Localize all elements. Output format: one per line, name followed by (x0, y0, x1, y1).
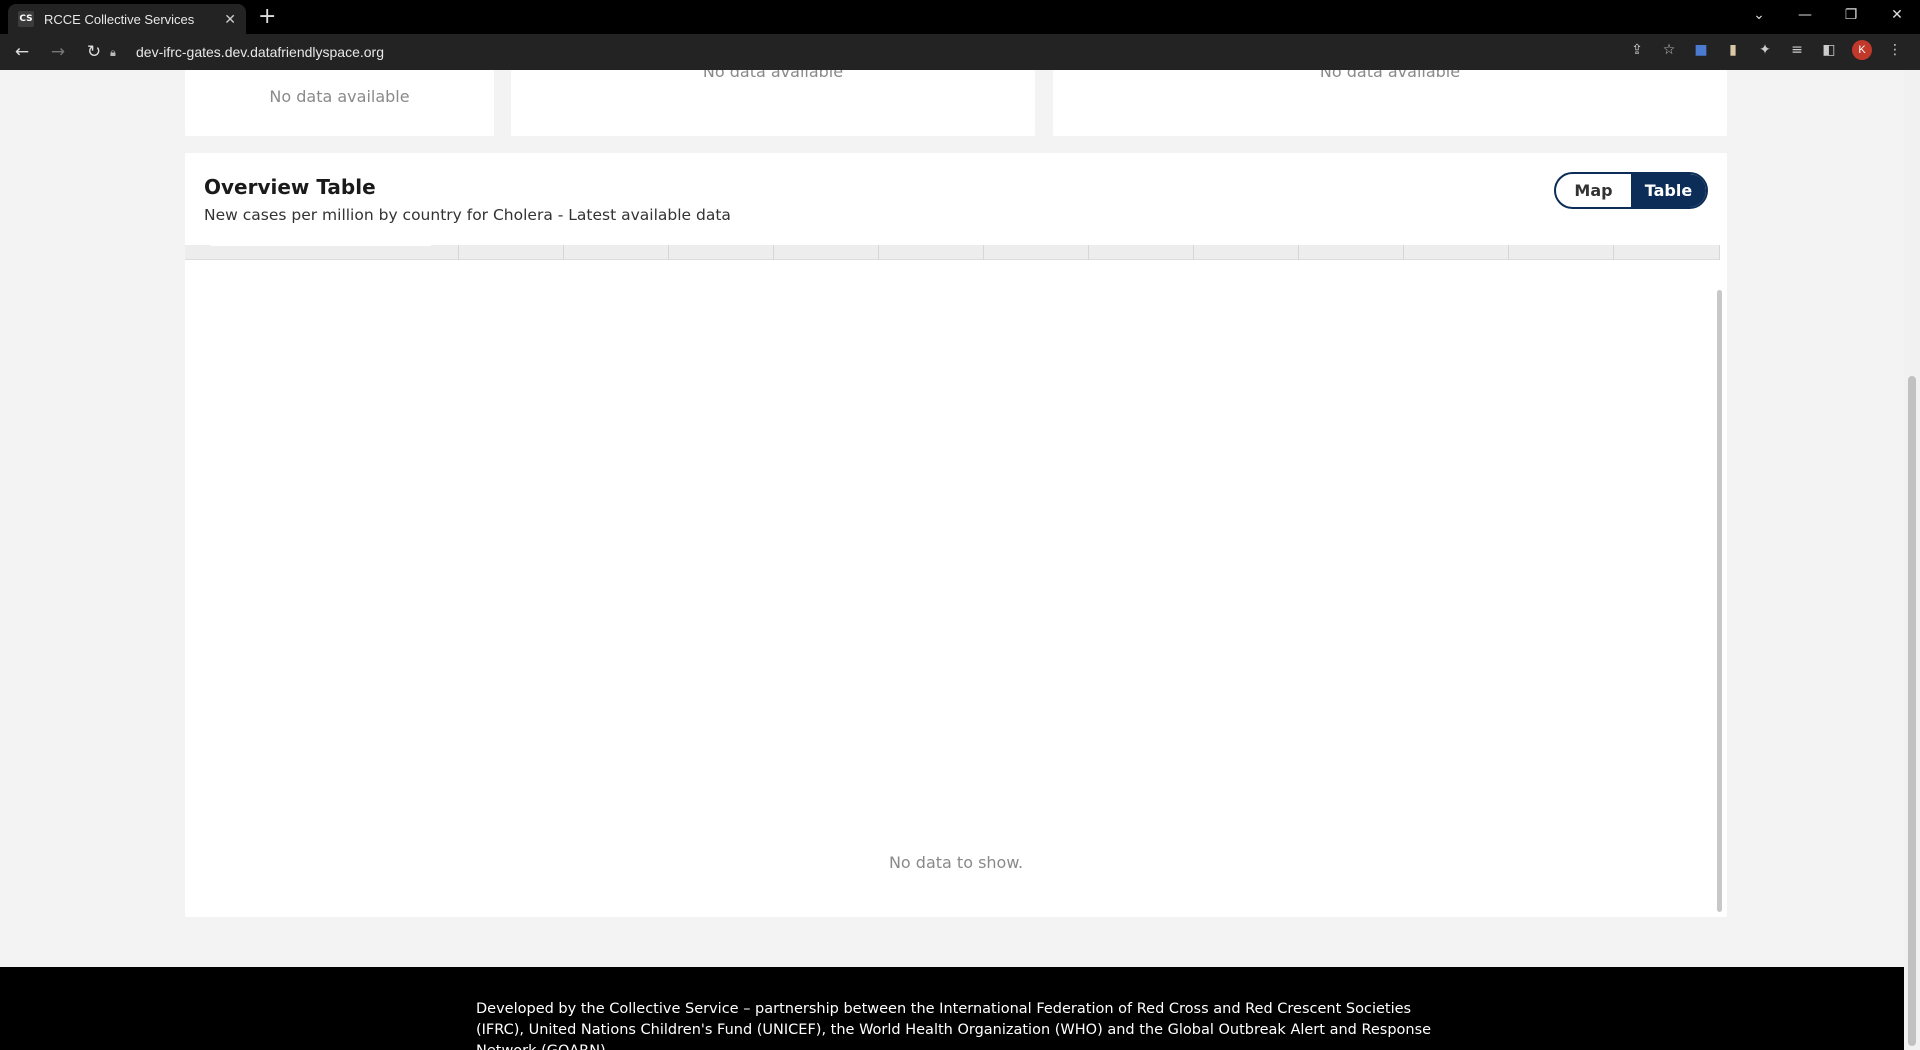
tab-search-icon[interactable]: ⌄ (1736, 0, 1782, 30)
summary-card-1: No data available (185, 70, 494, 136)
section-subtitle: New cases per million by country for Cho… (204, 206, 731, 224)
view-toggle: Map Table (1554, 172, 1708, 209)
menu-icon[interactable]: ⋮ (1886, 41, 1904, 59)
page-footer: Developed by the Collective Service – pa… (0, 967, 1904, 1050)
forward-icon[interactable]: → (44, 38, 72, 66)
table-header-cell[interactable] (879, 245, 984, 260)
overview-table-card: Overview Table New cases per million by … (185, 153, 1727, 917)
close-window-icon[interactable]: ✕ (1874, 0, 1920, 30)
page-scrollbar[interactable] (1904, 70, 1920, 1050)
page-scrollbar-thumb[interactable] (1908, 376, 1916, 1046)
footer-text: Developed by the Collective Service – pa… (476, 1001, 1432, 1050)
new-tab-button[interactable]: + (258, 6, 276, 28)
profile-avatar[interactable]: K (1852, 40, 1872, 60)
table-header-cell[interactable] (459, 245, 564, 260)
puzzle-icon[interactable]: ✦ (1756, 41, 1774, 59)
table-header-cell[interactable] (1194, 245, 1299, 260)
extension-note-icon[interactable]: ▮ (1724, 41, 1742, 59)
reload-icon[interactable]: ↻ (80, 38, 108, 66)
table-header-cell[interactable] (564, 245, 669, 260)
restore-icon[interactable]: ❐ (1828, 0, 1874, 30)
table-header (185, 245, 1720, 260)
address-bar[interactable]: 🔒︎ dev-ifrc-gates.dev.datafriendlyspace.… (110, 38, 1670, 66)
lock-icon: 🔒︎ (110, 46, 116, 59)
map-toggle-button[interactable]: Map (1556, 174, 1631, 207)
no-data-text: No data available (1319, 70, 1461, 81)
browser-toolbar: ← → ↻ 🔒︎ dev-ifrc-gates.dev.datafriendly… (0, 34, 1920, 70)
table-header-cell[interactable] (1614, 245, 1720, 260)
table-header-cell[interactable] (1509, 245, 1614, 260)
section-title: Overview Table (204, 175, 376, 199)
no-data-text: No data available (269, 87, 410, 106)
extension-shield-icon[interactable]: ■ (1692, 41, 1710, 59)
table-header-cell[interactable] (984, 245, 1089, 260)
tab-close-icon[interactable]: ✕ (224, 11, 236, 28)
url-text: dev-ifrc-gates.dev.datafriendlyspace.org (136, 44, 384, 60)
tab-title: RCCE Collective Services (44, 11, 195, 27)
browser-tabbar: CS RCCE Collective Services ✕ + ⌄ — ❐ ✕ (0, 0, 1920, 34)
table-header-cell[interactable] (774, 245, 879, 260)
favicon-icon: CS (18, 11, 34, 27)
media-icon[interactable]: ≡ (1788, 41, 1806, 59)
table-header-cell[interactable] (185, 245, 459, 260)
share-icon[interactable]: ⇪ (1628, 41, 1646, 59)
page-viewport: No data available No data available No d… (0, 70, 1904, 1050)
sidepanel-icon[interactable]: ◧ (1820, 41, 1838, 59)
table-toggle-button[interactable]: Table (1631, 174, 1706, 207)
no-data-text: No data available (702, 70, 844, 81)
table-scrollbar[interactable] (1717, 290, 1722, 912)
minimize-icon[interactable]: — (1782, 0, 1828, 30)
table-header-cell[interactable] (669, 245, 774, 260)
summary-card-3: No data available (1053, 70, 1727, 136)
back-icon[interactable]: ← (8, 38, 36, 66)
table-header-cell[interactable] (1089, 245, 1194, 260)
star-icon[interactable]: ☆ (1660, 41, 1678, 59)
empty-table-message: No data to show. (888, 853, 1024, 872)
summary-card-2: No data available (511, 70, 1035, 136)
table-header-cell[interactable] (1299, 245, 1404, 260)
table-header-cell[interactable] (1404, 245, 1509, 260)
browser-tab[interactable]: CS RCCE Collective Services ✕ (8, 4, 246, 34)
